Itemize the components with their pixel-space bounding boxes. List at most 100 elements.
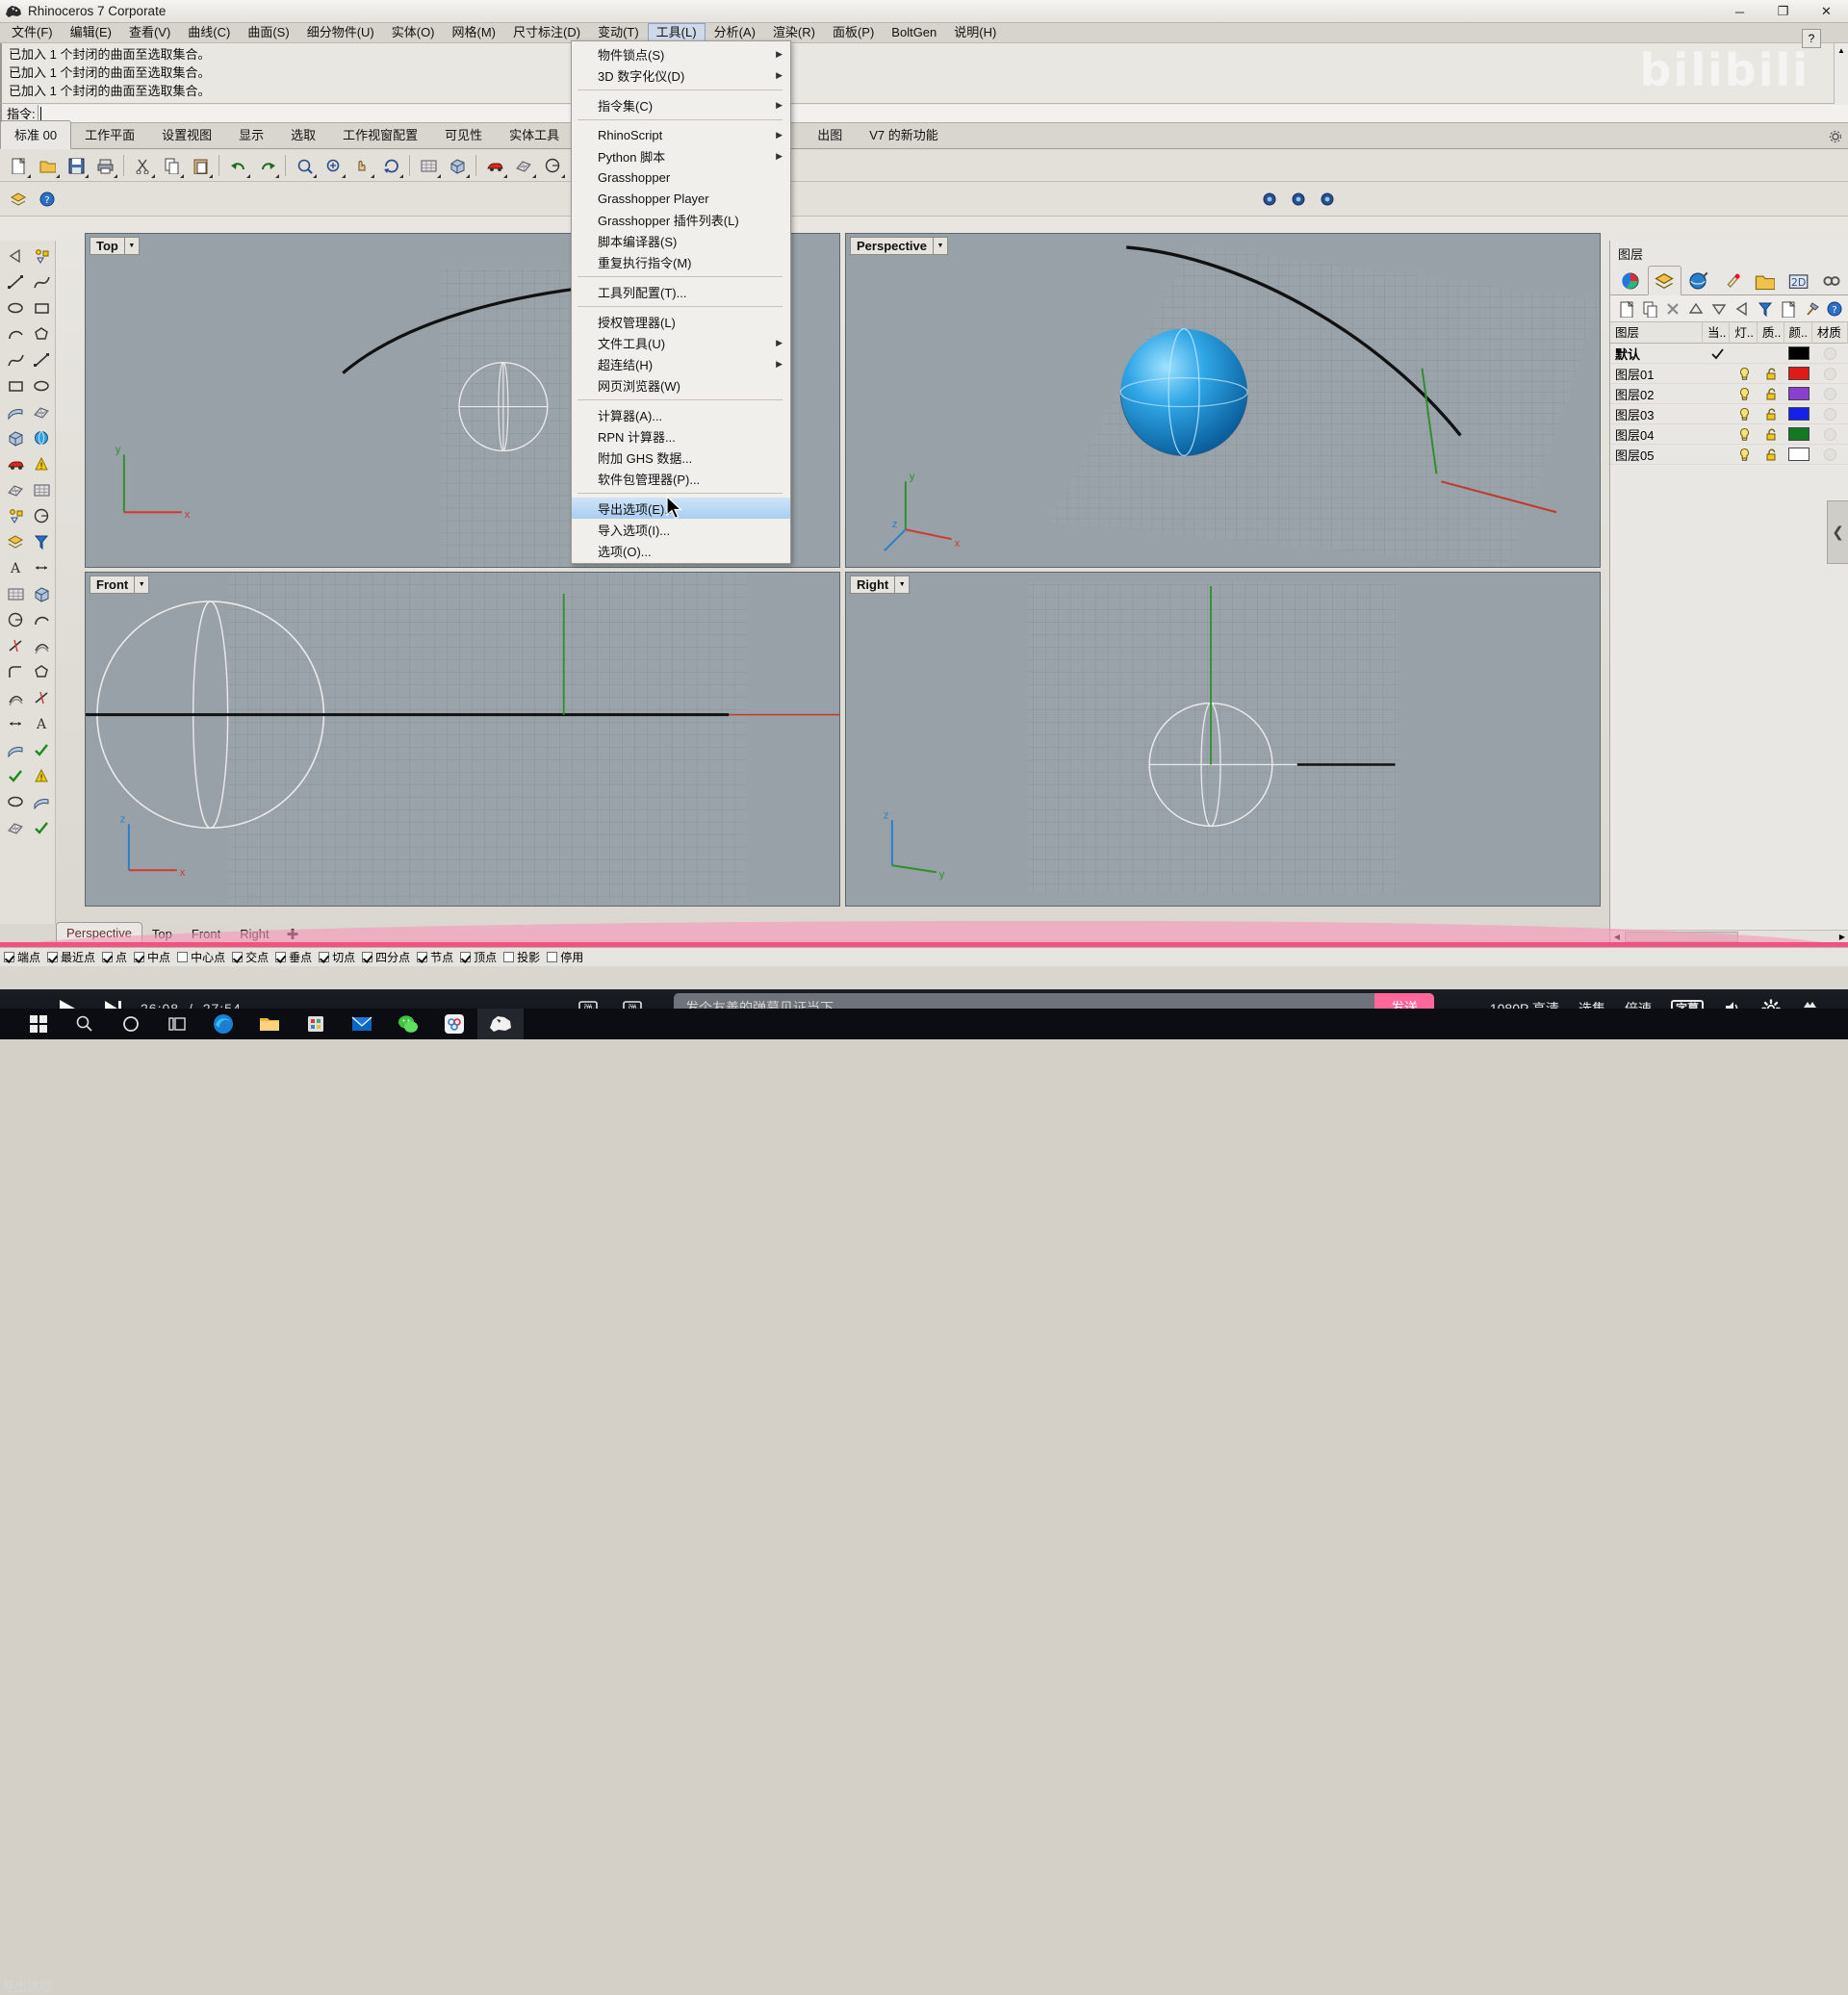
- paste-icon[interactable]: [186, 151, 215, 180]
- viewport-right[interactable]: z y Right ▼: [845, 572, 1601, 907]
- tools-menu-item-23[interactable]: 软件包管理器(P)...: [572, 468, 790, 489]
- layer-current-toggle[interactable]: [1704, 404, 1731, 424]
- tools-menu-item-13[interactable]: 工具列配置(T)...: [572, 281, 790, 302]
- layers-column-header[interactable]: 灯..: [1730, 321, 1758, 344]
- layers-column-header[interactable]: 图层: [1610, 321, 1703, 344]
- start-icon[interactable]: [15, 1009, 62, 1039]
- layer-material-dot[interactable]: [1812, 344, 1848, 364]
- chain-icon[interactable]: [1814, 268, 1848, 294]
- ell-icon[interactable]: [28, 372, 54, 398]
- menu-6[interactable]: 实体(O): [383, 23, 444, 42]
- baidu-netdisk-icon[interactable]: [431, 1009, 477, 1039]
- task-view-icon[interactable]: [154, 1009, 200, 1039]
- layer-current-toggle[interactable]: [1704, 364, 1731, 384]
- trim-icon[interactable]: [2, 632, 28, 658]
- menu-3[interactable]: 曲线(C): [179, 23, 239, 42]
- layer-visibility-icon[interactable]: [1732, 445, 1758, 465]
- cut-icon[interactable]: [128, 151, 157, 180]
- layer-current-toggle[interactable]: [1704, 384, 1731, 404]
- poly-icon[interactable]: [28, 658, 54, 684]
- layer-row[interactable]: 图层01: [1610, 364, 1848, 384]
- named-view-icon[interactable]: 2D: [1782, 268, 1815, 294]
- chevron-down-icon[interactable]: ▼: [123, 238, 139, 254]
- search-icon[interactable]: [62, 1009, 108, 1039]
- tools-menu-item-3[interactable]: 指令集(C) ▶: [572, 94, 790, 115]
- osnap-checkbox[interactable]: [547, 952, 558, 962]
- tools-menu-item-20[interactable]: 计算器(A)...: [572, 404, 790, 425]
- grid-icon[interactable]: [2, 580, 28, 606]
- ybang-icon[interactable]: !: [28, 450, 54, 476]
- move-down-icon[interactable]: [1707, 297, 1731, 320]
- page-icon[interactable]: [4, 151, 33, 180]
- minimize-button[interactable]: ─: [1718, 0, 1761, 23]
- trim-icon[interactable]: [28, 684, 54, 710]
- help-badge[interactable]: ?: [1802, 29, 1821, 48]
- layer-material-dot[interactable]: [1812, 384, 1848, 404]
- copy-layer-icon[interactable]: [1638, 297, 1661, 320]
- layer-color-swatch[interactable]: [1784, 384, 1812, 404]
- file-explorer-icon[interactable]: [246, 1009, 293, 1039]
- toolbar-tab-4[interactable]: 选取: [277, 121, 329, 148]
- chevron-down-icon[interactable]: ▼: [134, 576, 148, 593]
- tools-menu-item-22[interactable]: 附加 GHS 数据...: [572, 447, 790, 468]
- menu-5[interactable]: 细分物件(U): [298, 23, 383, 42]
- layer-visibility-icon[interactable]: [1732, 384, 1758, 404]
- sphere-icon[interactable]: [28, 424, 54, 450]
- layer-row[interactable]: 图层02: [1610, 384, 1848, 404]
- toolbar-settings-icon[interactable]: [1829, 130, 1842, 143]
- viewport-front[interactable]: z x Front ▼: [85, 572, 840, 907]
- osnap-12[interactable]: 停用: [547, 949, 583, 965]
- layer-row[interactable]: 图层05: [1610, 445, 1848, 465]
- osnap-3[interactable]: 中点: [134, 949, 170, 965]
- tools-menu-item-6[interactable]: Python 脚本 ▶: [572, 145, 790, 166]
- layers-icon[interactable]: [1647, 266, 1681, 295]
- layer-material-dot[interactable]: [1812, 404, 1848, 424]
- mail-icon[interactable]: [339, 1009, 385, 1039]
- store-icon[interactable]: [293, 1009, 339, 1039]
- tools-menu-item-27[interactable]: 选项(O)...: [572, 540, 790, 561]
- layer-props-icon[interactable]: [1777, 297, 1800, 320]
- osnap-checkbox[interactable]: [4, 952, 14, 962]
- print-icon[interactable]: [90, 151, 119, 180]
- layer-current-toggle[interactable]: [1704, 344, 1731, 364]
- circ-icon[interactable]: [28, 502, 54, 528]
- car-icon[interactable]: [480, 151, 509, 180]
- layer-color-swatch[interactable]: [1784, 445, 1812, 465]
- scroll-right-arrow[interactable]: ▶: [1835, 933, 1848, 941]
- help-icon[interactable]: ?: [33, 185, 62, 214]
- pan-icon[interactable]: [347, 151, 376, 180]
- rect-icon[interactable]: [2, 372, 28, 398]
- off-icon[interactable]: [2, 684, 28, 710]
- layer-row[interactable]: 图层03: [1610, 404, 1848, 424]
- viewport-perspective-label[interactable]: Perspective ▼: [850, 237, 948, 255]
- osnap-11[interactable]: 投影: [503, 949, 540, 965]
- line-icon[interactable]: [2, 269, 28, 294]
- osnap-2[interactable]: 点: [102, 949, 127, 965]
- toolbar-tab-11[interactable]: 出图: [804, 121, 856, 148]
- menu-15[interactable]: 说明(H): [945, 23, 1005, 42]
- layer-color-swatch[interactable]: [1784, 424, 1812, 445]
- layer-current-toggle[interactable]: [1704, 445, 1731, 465]
- undo-icon[interactable]: [223, 151, 252, 180]
- color-wheel-icon[interactable]: [1614, 268, 1648, 294]
- menu-12[interactable]: 渲染(R): [764, 23, 824, 42]
- command-prompt[interactable]: 指令:: [0, 104, 1848, 123]
- save-icon[interactable]: [62, 151, 90, 180]
- toolbar-tab-12[interactable]: V7 的新功能: [856, 121, 952, 148]
- toolbar-tab-7[interactable]: 实体工具: [496, 121, 573, 148]
- surf-icon[interactable]: [2, 398, 28, 424]
- osnap-checkbox[interactable]: [362, 952, 373, 962]
- layer-color-swatch[interactable]: [1784, 344, 1812, 364]
- dim-icon[interactable]: [28, 554, 54, 580]
- osnap-checkbox[interactable]: [102, 952, 114, 962]
- viewport-front-label[interactable]: Front ▼: [90, 575, 150, 594]
- osnap-checkbox[interactable]: [275, 952, 287, 962]
- mesh-icon[interactable]: [2, 476, 28, 502]
- osnap-checkbox[interactable]: [503, 952, 515, 962]
- zoomwin-icon[interactable]: [290, 151, 319, 180]
- menu-4[interactable]: 曲面(S): [239, 23, 297, 42]
- osnap-checkbox[interactable]: [134, 952, 145, 962]
- viewport-top-label[interactable]: Top ▼: [90, 237, 140, 255]
- tools-menu-item-17[interactable]: 超连结(H) ▶: [572, 353, 790, 374]
- layers-column-header[interactable]: 材质: [1812, 321, 1848, 344]
